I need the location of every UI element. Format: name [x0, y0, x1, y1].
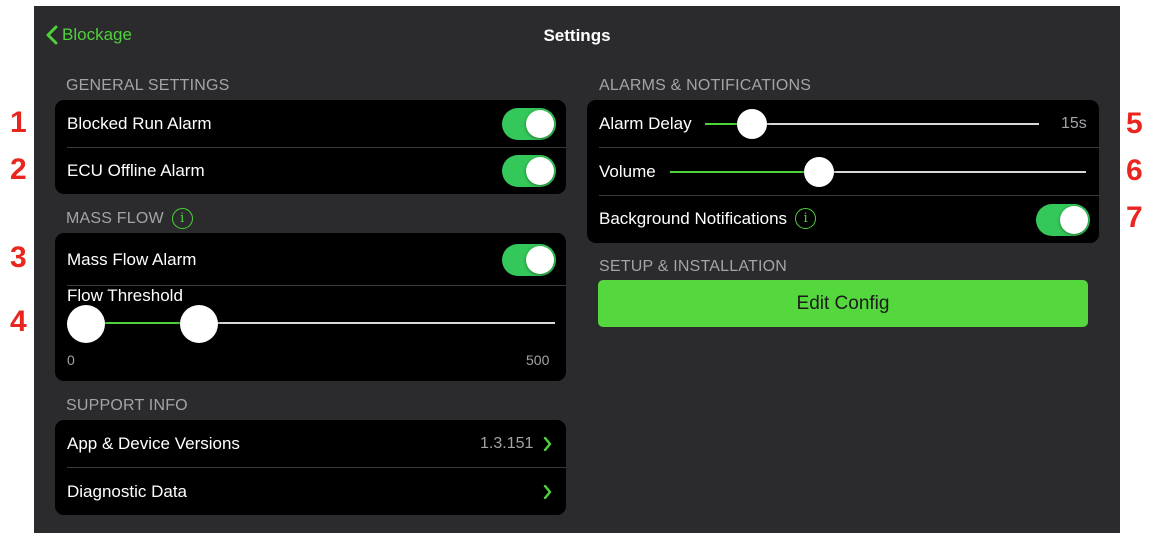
blocked-run-alarm-label: Blocked Run Alarm: [67, 114, 212, 133]
alarm-delay-row: Alarm Delay 15s: [587, 100, 1099, 147]
alarms-notifications-header: ALARMS & NOTIFICATIONS: [599, 77, 811, 95]
app-version-value: 1.3.151: [480, 435, 534, 452]
alarms-notifications-header-text: ALARMS & NOTIFICATIONS: [599, 77, 812, 94]
flow-threshold-max-label: 500: [526, 352, 550, 368]
toggle-knob: [526, 157, 554, 185]
mass-flow-header-text: MASS FLOW: [66, 209, 164, 227]
general-settings-header-text: GENERAL SETTINGS: [66, 77, 230, 94]
toggle-knob: [1060, 206, 1088, 234]
marker-6: 6: [1126, 154, 1143, 187]
volume-label: Volume: [599, 162, 656, 181]
volume-thumb[interactable]: [804, 157, 834, 187]
mass-flow-alarm-label: Mass Flow Alarm: [67, 250, 197, 269]
app-device-versions-row[interactable]: App & Device Versions 1.3.151: [55, 420, 566, 467]
settings-screen: Blockage Settings GENERAL SETTINGS Block…: [34, 6, 1120, 533]
support-info-card: App & Device Versions 1.3.151 Diagnostic…: [55, 420, 566, 515]
mass-flow-alarm-toggle[interactable]: [502, 244, 556, 276]
flow-threshold-min-label: 0: [67, 352, 75, 368]
background-notifications-toggle[interactable]: [1036, 204, 1090, 236]
blocked-run-alarm-row: Blocked Run Alarm: [55, 100, 566, 147]
marker-1: 1: [10, 106, 27, 139]
page-title: Settings: [543, 26, 611, 45]
diagnostic-data-label: Diagnostic Data: [67, 482, 188, 501]
ecu-offline-alarm-row: ECU Offline Alarm: [55, 147, 566, 194]
info-circle-icon[interactable]: i: [171, 208, 193, 229]
marker-3: 3: [10, 241, 27, 274]
alarm-delay-label: Alarm Delay: [599, 114, 692, 133]
background-notifications-row: Background Notifications i: [587, 196, 1099, 243]
mass-flow-alarm-row: Mass Flow Alarm: [55, 233, 566, 285]
alarm-delay-value: 15s: [1061, 115, 1087, 132]
app-device-versions-label: App & Device Versions: [67, 434, 240, 453]
marker-5: 5: [1126, 107, 1143, 140]
ecu-offline-alarm-label: ECU Offline Alarm: [67, 161, 205, 180]
edit-config-button[interactable]: Edit Config: [598, 280, 1088, 327]
general-settings-header: GENERAL SETTINGS: [66, 77, 230, 95]
support-info-header: SUPPORT INFO: [66, 397, 188, 415]
mass-flow-header: MASS FLOW i: [66, 208, 193, 229]
ecu-offline-alarm-toggle[interactable]: [502, 155, 556, 187]
volume-row: Volume: [587, 148, 1099, 195]
blocked-run-alarm-toggle[interactable]: [502, 108, 556, 140]
support-info-header-text: SUPPORT INFO: [66, 397, 188, 414]
chevron-right-icon: [543, 485, 552, 499]
flow-threshold-max-thumb[interactable]: [180, 305, 218, 343]
general-settings-card: Blocked Run Alarm ECU Offline Alarm: [55, 100, 566, 194]
setup-installation-header: SETUP & INSTALLATION: [599, 258, 787, 276]
alarm-delay-thumb[interactable]: [737, 109, 767, 139]
nav-bar: Blockage Settings: [34, 6, 1120, 64]
background-notifications-label: Background Notifications i: [599, 208, 817, 229]
background-notifications-text: Background Notifications: [599, 208, 788, 228]
marker-2: 2: [10, 153, 27, 186]
flow-threshold-min-thumb[interactable]: [67, 305, 105, 343]
diagnostic-data-row[interactable]: Diagnostic Data: [55, 468, 566, 515]
toggle-knob: [526, 110, 554, 138]
toggle-knob: [526, 246, 554, 274]
setup-installation-header-text: SETUP & INSTALLATION: [599, 258, 788, 275]
volume-fill: [670, 171, 818, 173]
chevron-right-icon: [543, 437, 552, 451]
alarms-notifications-card: Alarm Delay 15s Volume Background Notifi…: [587, 100, 1099, 243]
info-circle-icon[interactable]: i: [795, 208, 817, 229]
mass-flow-card: Mass Flow Alarm Flow Threshold 0 500: [55, 233, 566, 381]
marker-7: 7: [1126, 201, 1143, 234]
flow-threshold-label: Flow Threshold: [67, 286, 183, 305]
marker-4: 4: [10, 305, 27, 338]
